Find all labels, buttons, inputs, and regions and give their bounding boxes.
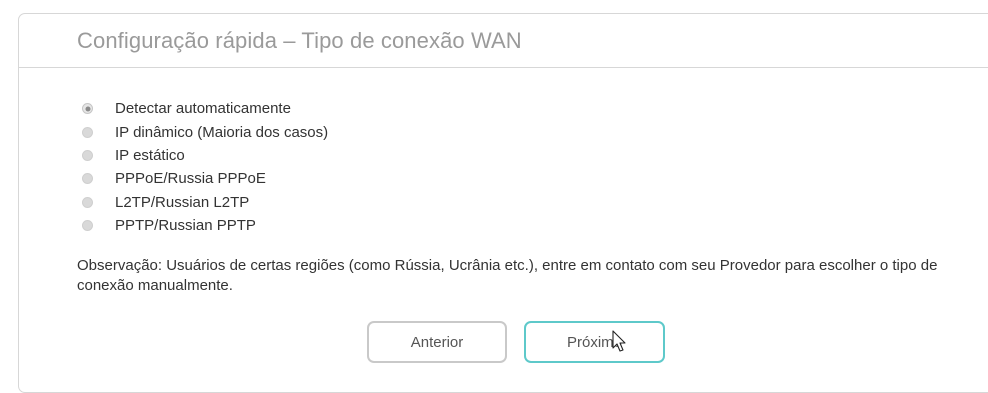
wan-setup-panel: Configuração rápida – Tipo de conexão WA…: [18, 13, 988, 393]
next-button[interactable]: Próximo: [524, 321, 665, 363]
option-dynamic-ip[interactable]: IP dinâmico (Maioria dos casos): [82, 120, 328, 143]
connection-type-radio-group: Detectar automaticamente IP dinâmico (Ma…: [82, 97, 328, 237]
radio-button[interactable]: [82, 173, 93, 185]
option-label: L2TP/Russian L2TP: [115, 193, 250, 211]
radio-button-selected[interactable]: [82, 103, 93, 115]
option-l2tp[interactable]: L2TP/Russian L2TP: [82, 191, 328, 214]
option-pppoe[interactable]: PPPoE/Russia PPPoE: [82, 167, 328, 190]
back-button[interactable]: Anterior: [367, 321, 507, 363]
radio-button[interactable]: [82, 220, 93, 232]
option-auto-detect[interactable]: Detectar automaticamente: [82, 97, 328, 120]
option-label: PPPoE/Russia PPPoE: [115, 170, 266, 188]
option-pptp[interactable]: PPTP/Russian PPTP: [82, 214, 328, 237]
note-text: Observação: Usuários de certas regiões (…: [77, 257, 938, 294]
option-label: IP estático: [115, 146, 185, 164]
option-static-ip[interactable]: IP estático: [82, 144, 328, 167]
option-label: Detectar automaticamente: [115, 100, 291, 118]
radio-button[interactable]: [82, 196, 93, 208]
panel-header: Configuração rápida – Tipo de conexão WA…: [19, 14, 988, 68]
option-label: PPTP/Russian PPTP: [115, 217, 256, 235]
page-title: Configuração rápida – Tipo de conexão WA…: [77, 27, 522, 53]
option-label: IP dinâmico (Maioria dos casos): [115, 123, 329, 141]
mouse-pointer-icon: [612, 330, 626, 352]
radio-button[interactable]: [82, 126, 93, 138]
radio-button[interactable]: [82, 149, 93, 161]
